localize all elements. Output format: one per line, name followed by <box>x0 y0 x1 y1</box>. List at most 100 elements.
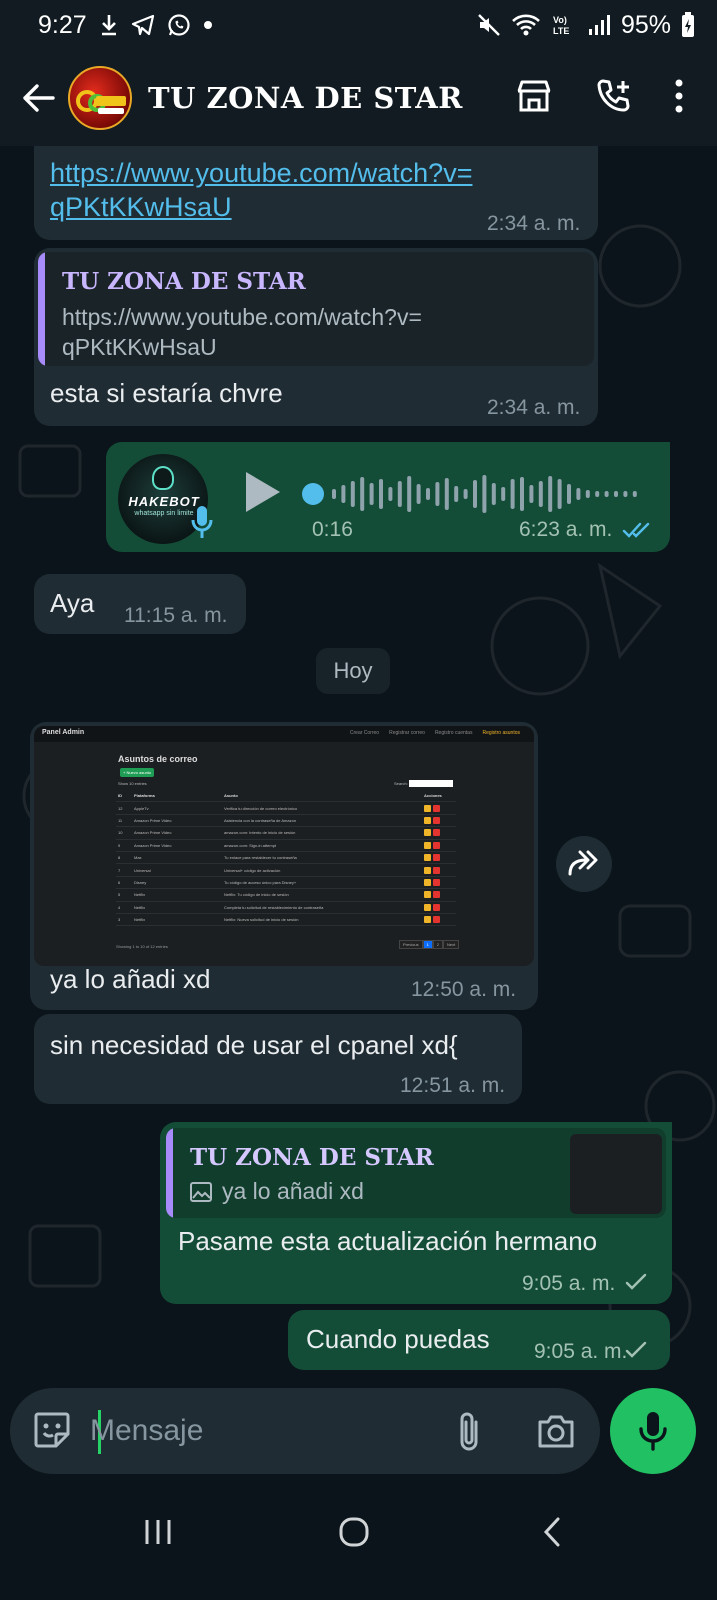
quoted-message[interactable]: TU ZONA DE STAR ya lo añadi xd <box>166 1128 666 1218</box>
forward-button[interactable] <box>556 836 612 892</box>
waveform-bar <box>473 480 477 508</box>
waveform-bar <box>444 478 449 510</box>
telegram-icon <box>131 13 155 37</box>
home-button[interactable] <box>324 1502 384 1562</box>
waveform-bar <box>332 489 336 499</box>
sent-check-icon <box>624 1340 648 1365</box>
store-icon[interactable] <box>515 79 553 118</box>
voice-duration: 0:16 <box>312 518 353 541</box>
voice-record-button[interactable] <box>610 1388 696 1474</box>
quoted-sender-name: TU ZONA DE STAR <box>62 268 306 295</box>
panel-link: Crear Correo <box>349 730 380 736</box>
chat-header: TU ZONA DE STAR <box>0 50 717 146</box>
message-text: esta si estaría chvre <box>50 378 283 408</box>
contact-avatar[interactable] <box>68 66 132 130</box>
nav-back-icon <box>543 1517 560 1547</box>
more-options-icon[interactable] <box>675 79 683 118</box>
waveform-bar <box>529 485 534 503</box>
quoted-message[interactable]: TU ZONA DE STAR https://www.youtube.com/… <box>38 252 594 366</box>
image-icon <box>190 1182 212 1207</box>
wifi-icon <box>511 13 541 37</box>
quoted-text-line2: qPKtKKwHsaU <box>62 334 217 360</box>
add-call-icon[interactable] <box>595 77 633 120</box>
panel-table-footer: Showing 1 to 10 of 12 entries <box>116 944 168 949</box>
waveform-bar <box>604 491 609 497</box>
home-icon <box>339 1517 369 1547</box>
emoji-sticker-icon[interactable] <box>32 1410 72 1455</box>
waveform-bar <box>623 491 628 497</box>
image-caption: ya lo añadi xd <box>50 964 211 994</box>
waveform-bar <box>614 491 618 497</box>
message-incoming-reply[interactable]: TU ZONA DE STAR https://www.youtube.com/… <box>34 248 598 426</box>
waveform-bar <box>416 484 421 504</box>
svg-text:LTE: LTE <box>553 26 569 36</box>
table-row: 7 Universal Universal+ código de activació… <box>116 864 456 877</box>
message-time: 6:23 a. m. <box>519 518 613 541</box>
table-header: ID Plataforma Asunto Acciones <box>116 790 456 803</box>
message-time: 9:05 a. m. <box>534 1340 628 1363</box>
waveform-bar <box>567 484 571 504</box>
message-incoming-link[interactable]: https://www.youtube.com/watch?v= qPKtKKw… <box>34 146 598 240</box>
microphone-badge-icon <box>190 504 214 545</box>
message-text: Cuando puedas <box>306 1324 490 1354</box>
table-row: 3 Netflix Netflix: Nueva solicitud de inic… <box>116 914 456 927</box>
waveform-bar <box>379 479 383 509</box>
waveform-bar <box>576 488 581 500</box>
table-row: 10 Amazon Prime Video amazon.com: Intento … <box>116 827 456 840</box>
message-outgoing-reply[interactable]: TU ZONA DE STAR ya lo añadi xd Pasame es… <box>160 1122 672 1304</box>
message-incoming-text[interactable]: sin necesidad de usar el cpanel xd{ 12:5… <box>34 1014 522 1104</box>
status-time: 9:27 <box>38 10 87 39</box>
waveform-bar <box>482 475 487 513</box>
waveform-bar <box>585 490 590 498</box>
chat-area[interactable]: https://www.youtube.com/watch?v= qPKtKKw… <box>0 146 717 1388</box>
waveform-bar <box>454 486 459 502</box>
signal-icon <box>587 13 611 37</box>
download-icon <box>99 13 119 37</box>
message-link-line1[interactable]: https://www.youtube.com/watch?v= <box>50 156 472 190</box>
table-row: 4 Netflix Completa tu solicitud de restabl… <box>116 902 456 914</box>
message-outgoing-text[interactable]: Cuando puedas 9:05 a. m. <box>288 1310 670 1370</box>
read-receipt-icon <box>622 520 654 545</box>
table-row: 6 Disney Tu código de acceso único para Di… <box>116 877 456 890</box>
waveform-bar <box>595 491 600 497</box>
attach-icon[interactable] <box>454 1410 484 1459</box>
recent-apps-button[interactable] <box>128 1502 188 1562</box>
message-time: 2:34 a. m. <box>487 212 581 235</box>
table-row: 9 Amazon Prime Video amazon.com: Sign-in a… <box>116 840 456 852</box>
message-incoming-text[interactable]: Aya 11:15 a. m. <box>34 574 246 634</box>
waveform-bar <box>510 479 515 509</box>
waveform-bar <box>501 487 506 501</box>
waveform-bar <box>407 476 412 512</box>
waveform-bar <box>557 479 562 509</box>
waveform-bar <box>491 483 496 505</box>
voice-waveform[interactable] <box>296 472 656 516</box>
panel-search-label: Search: <box>394 781 408 786</box>
panel-link: Registro cuentas <box>434 730 473 736</box>
status-bar: 9:27 Vo) LTE 95% <box>0 0 717 50</box>
panel-heading: Asuntos de correo <box>118 754 198 764</box>
contact-name[interactable]: TU ZONA DE STAR <box>148 81 463 115</box>
system-nav-bar <box>0 1480 717 1600</box>
table-row: 12 AppleTv Verifica tu dirección de correo… <box>116 802 456 815</box>
nav-back-button[interactable] <box>522 1502 582 1562</box>
panel-link: Registrar correo <box>389 730 425 736</box>
back-button[interactable] <box>8 68 68 128</box>
message-composer[interactable]: Mensaje <box>10 1388 600 1474</box>
quoted-thumbnail <box>570 1134 662 1214</box>
message-image[interactable]: Panel Admin Crear Correo Registrar corre… <box>34 726 534 966</box>
quoted-sender-name: TU ZONA DE STAR <box>190 1144 434 1171</box>
waveform-bar <box>435 482 440 506</box>
waveform-bar <box>426 488 430 500</box>
panel-pagination: Previous 1 2 Next <box>399 940 460 949</box>
microphone-icon <box>639 1412 667 1451</box>
back-arrow-icon <box>23 84 55 112</box>
camera-icon[interactable] <box>536 1412 576 1455</box>
play-icon[interactable] <box>242 470 282 519</box>
message-link-line2[interactable]: qPKtKKwHsaU <box>50 190 472 224</box>
recent-apps-icon <box>145 1520 171 1544</box>
panel-search-box <box>409 780 453 787</box>
message-input[interactable]: Mensaje <box>90 1414 203 1448</box>
panel-show-entries: Show 10 entries <box>118 781 147 786</box>
panel-link: Registro asuntos <box>482 730 520 736</box>
message-time: 9:05 a. m. <box>522 1272 616 1295</box>
